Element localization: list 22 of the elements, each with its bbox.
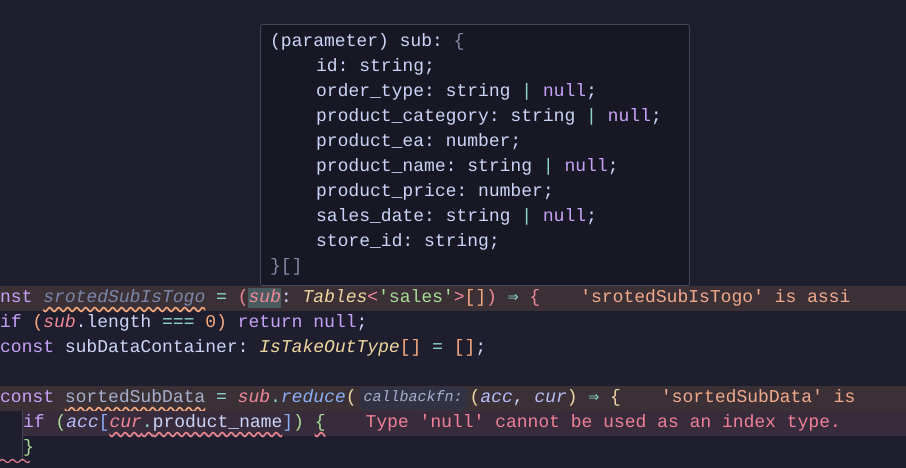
code-text: if (sub.length === 0) return null; (0, 312, 368, 335)
code-text: product_ea: number; (316, 131, 522, 154)
code-text: (parameter) sub: { (270, 31, 464, 54)
code-text: } (23, 437, 34, 460)
code-text: product_name: string | null; (316, 156, 618, 179)
code-text: sales_date: string | null; (316, 206, 597, 229)
diagnostic-message: 'srotedSubIsTogo' is assi (580, 287, 850, 310)
code-text: const subDataContainer: IsTakeOutType[] = []; (0, 337, 486, 360)
diagnostic-message: 'sortedSubData' is (660, 387, 856, 410)
code-text: }[] (270, 256, 302, 279)
error-squiggle (0, 458, 30, 464)
code-text: order_type: string | null; (316, 81, 597, 104)
code-text: nst srotedSubIsTogo = (sub: Tables<'sales'>[]) ⇒ { (0, 287, 540, 310)
code-text: (acc, cur) ⇒ { (470, 387, 621, 410)
code-text: product_price: number; (316, 181, 554, 204)
diagnostic-message: Type 'null' cannot be used as an index type. (366, 412, 841, 435)
code-text: product_category: string | null; (316, 106, 662, 129)
code-text: store_id: string; (316, 231, 500, 254)
code-text: const sortedSubData = sub.reduce( (0, 387, 356, 410)
code-text: id: string; (316, 56, 435, 79)
inlay-hint: callbackfn: (360, 387, 467, 410)
code-text: if (acc[cur.product_name]) { (23, 412, 326, 435)
